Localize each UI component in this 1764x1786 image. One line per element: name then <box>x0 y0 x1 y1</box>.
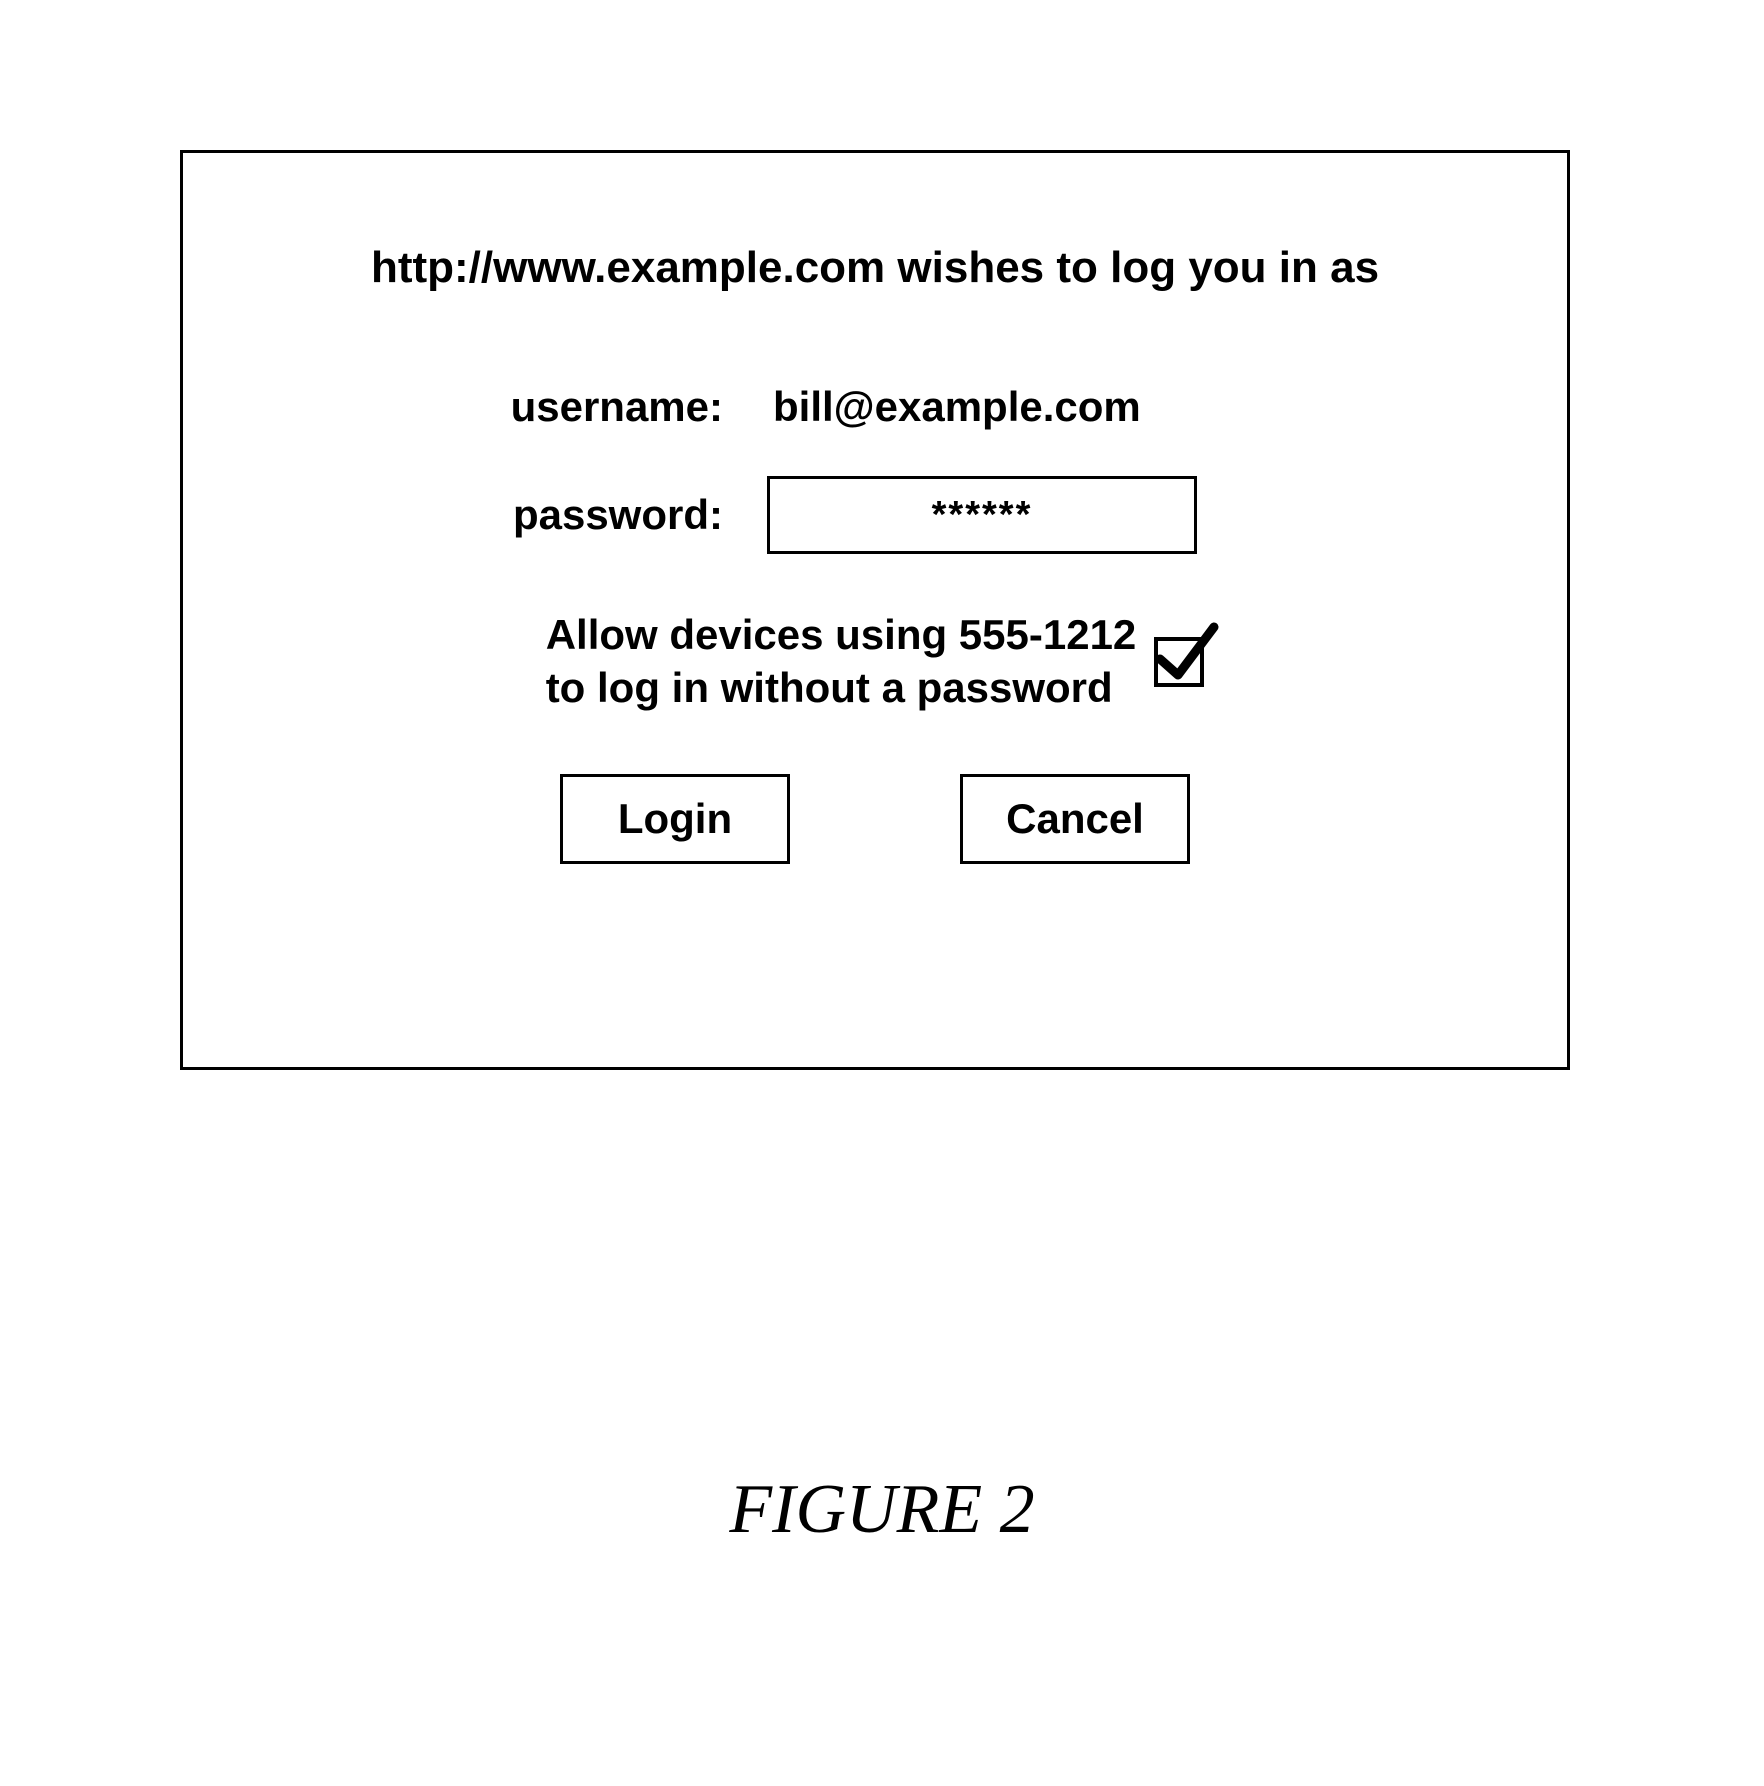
button-row: Login Cancel <box>243 774 1507 864</box>
checkbox-box-icon <box>1154 637 1204 687</box>
password-label: password: <box>243 491 773 539</box>
password-field[interactable] <box>767 476 1197 554</box>
username-row: username: bill@example.com <box>243 383 1507 431</box>
login-dialog: http://www.example.com wishes to log you… <box>180 150 1570 1070</box>
allow-line-1: Allow devices using 555-1212 <box>546 611 1137 658</box>
allow-devices-row: Allow devices using 555-1212 to log in w… <box>243 609 1507 714</box>
allow-devices-checkbox[interactable] <box>1154 637 1204 687</box>
login-button[interactable]: Login <box>560 774 790 864</box>
username-value: bill@example.com <box>773 383 1141 431</box>
figure-caption: FIGURE 2 <box>0 1470 1764 1550</box>
allow-line-2: to log in without a password <box>546 664 1113 711</box>
allow-devices-label: Allow devices using 555-1212 to log in w… <box>546 609 1137 714</box>
password-row: password: <box>243 476 1507 554</box>
username-label: username: <box>243 383 773 431</box>
cancel-button[interactable]: Cancel <box>960 774 1190 864</box>
dialog-prompt: http://www.example.com wishes to log you… <box>243 243 1507 293</box>
